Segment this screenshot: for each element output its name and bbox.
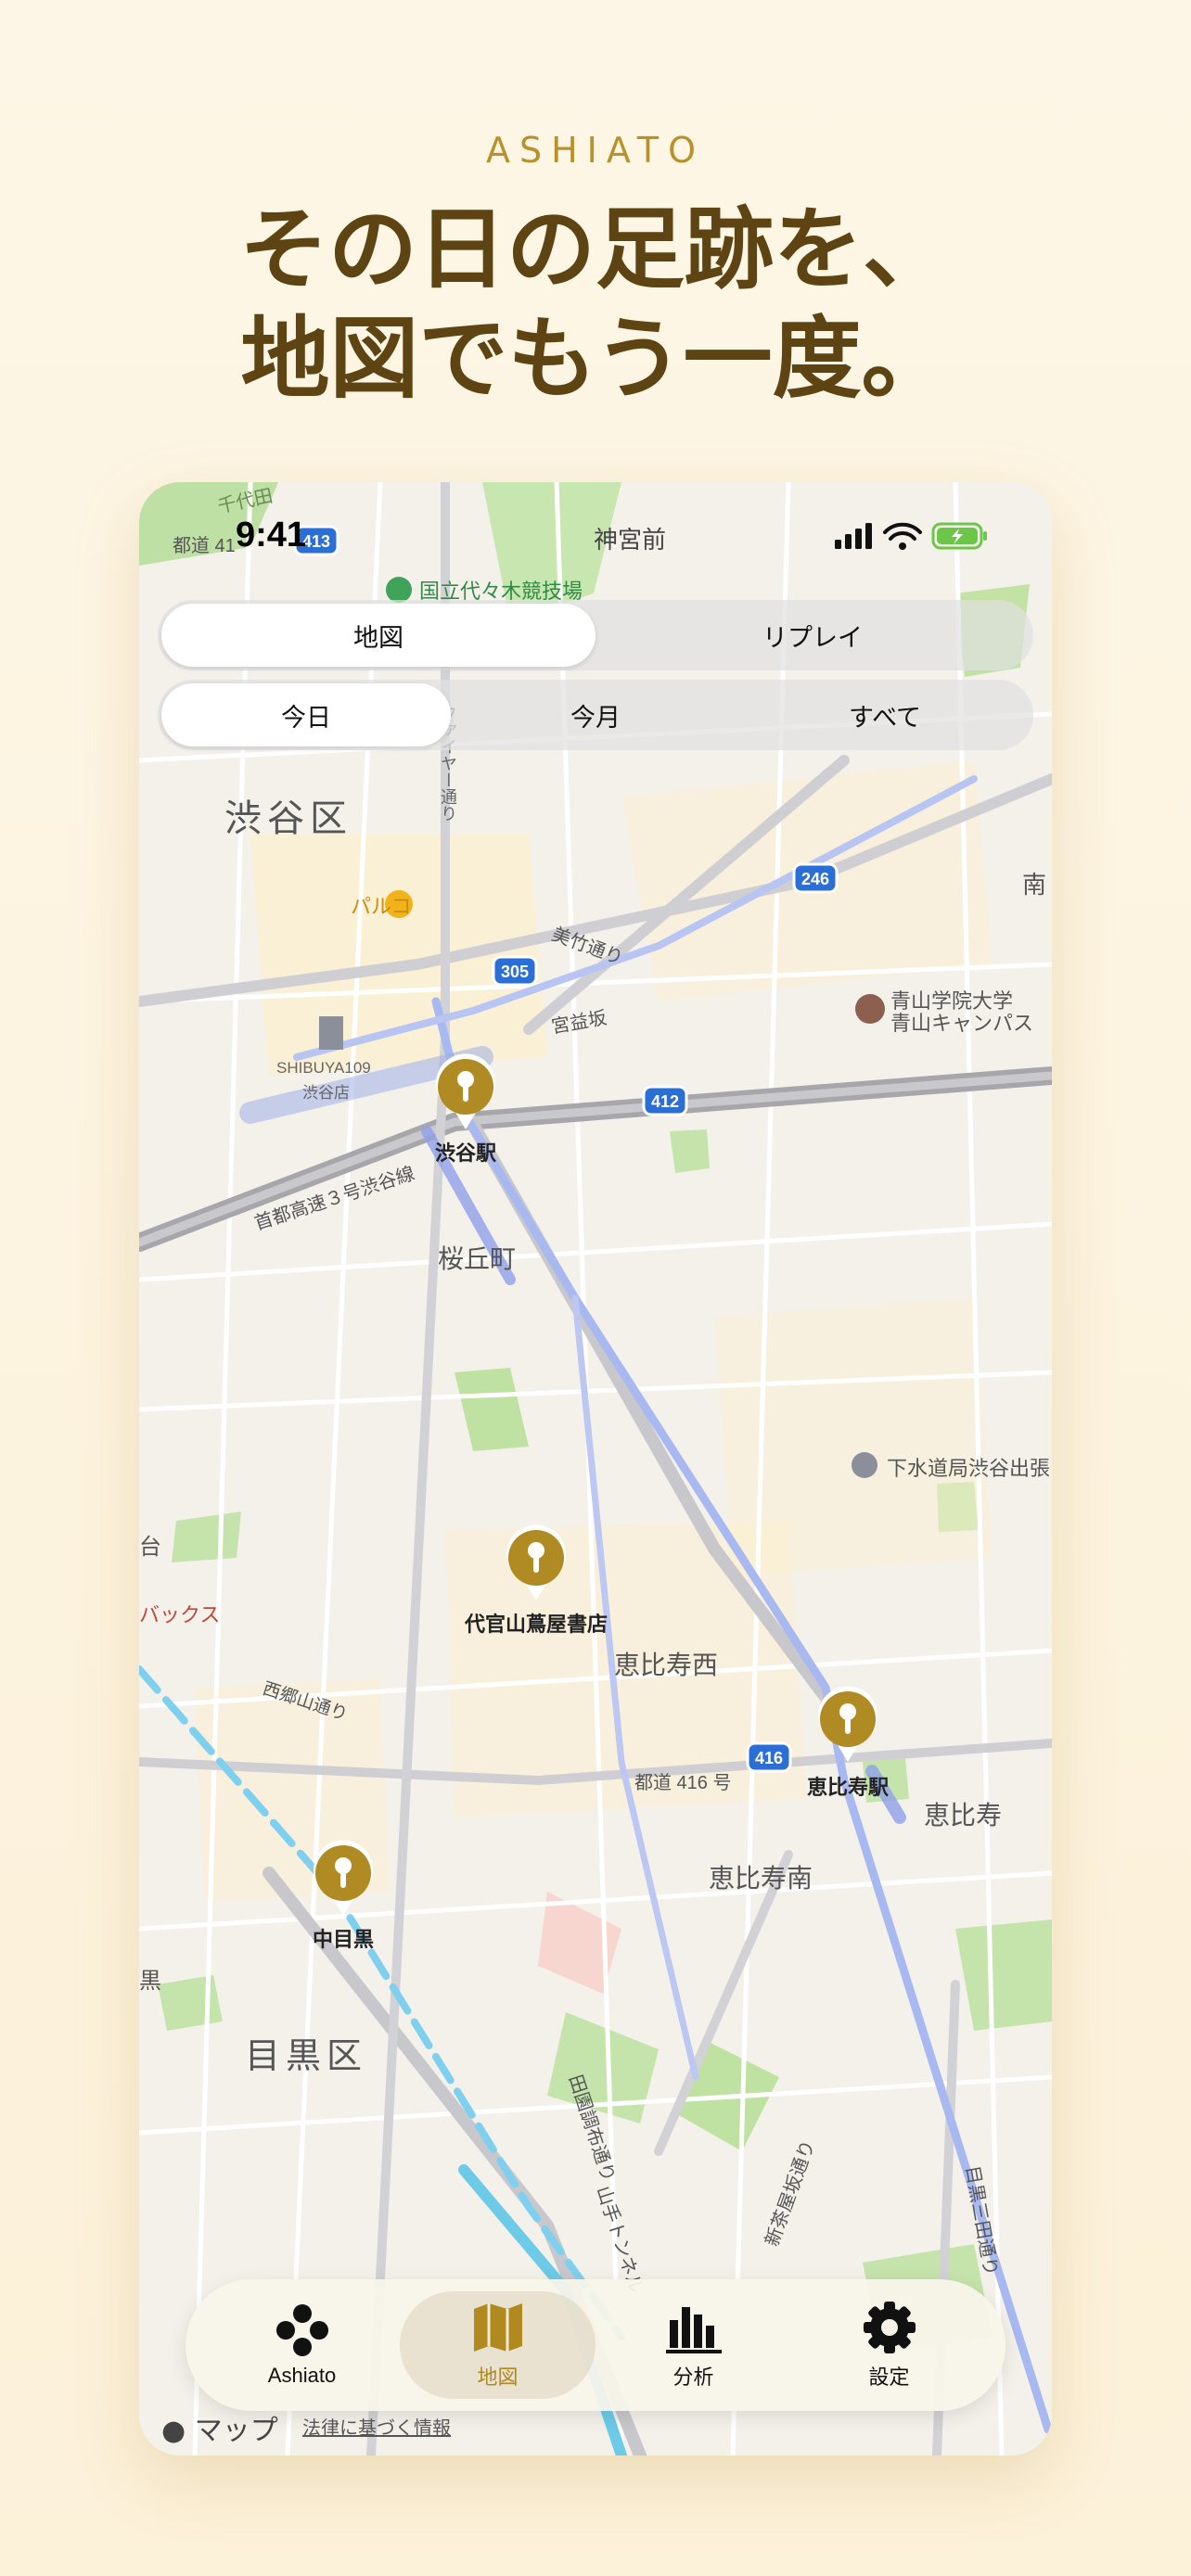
map-icon xyxy=(473,2303,522,2352)
map-label-shibuya-ward: 渋谷区 xyxy=(224,798,352,839)
map-label-shibuya109-sub: 渋谷店 xyxy=(302,1084,350,1102)
footprints-icon xyxy=(275,2304,328,2356)
pin-label-nakameguro: 中目黒 xyxy=(312,1928,374,1951)
tab-label-ashiato: Ashiato xyxy=(267,2364,337,2387)
stadium-icon xyxy=(386,577,412,603)
map-label-backs: バックス xyxy=(139,1603,221,1626)
tab-map[interactable]: 地図 xyxy=(400,2291,596,2399)
university-icon xyxy=(855,994,885,1024)
tab-ashiato[interactable]: Ashiato xyxy=(204,2291,400,2399)
battery-icon xyxy=(931,522,987,550)
map-label-shibuya109: SHIBUYA109 xyxy=(276,1059,371,1077)
segment-all[interactable]: すべて xyxy=(740,683,1030,746)
view-mode-segmented-control: 地図 リプレイ xyxy=(158,600,1033,670)
department-store-icon xyxy=(319,1016,343,1050)
route-shield-246: 246 xyxy=(801,870,829,888)
map-pin-shibuya-station[interactable] xyxy=(432,1053,499,1136)
pin-label-daikanyama: 代官山蔦屋書店 xyxy=(464,1613,608,1636)
pin-icon xyxy=(506,1524,566,1600)
gear-icon xyxy=(863,2302,916,2353)
map-label-ebisu-minami: 恵比寿南 xyxy=(709,1864,813,1893)
map-pin-daikanyama[interactable] xyxy=(503,1524,570,1607)
bar-chart-icon xyxy=(665,2307,722,2353)
headline-line-1: その日の足跡を、 xyxy=(239,198,952,301)
map-label-ebisu: 恵比寿 xyxy=(924,1801,1003,1830)
brand-name: ASHIATO xyxy=(485,130,706,171)
wifi-icon xyxy=(883,522,922,541)
tab-label-analysis: 分析 xyxy=(672,2366,714,2389)
pin-icon xyxy=(818,1686,877,1762)
tab-settings[interactable]: 設定 xyxy=(791,2291,987,2399)
map-label-parco: パルコ xyxy=(351,895,412,918)
map-label-dai: 台 xyxy=(139,1535,161,1560)
segment-today[interactable]: 今日 xyxy=(161,683,451,746)
tab-label-settings: 設定 xyxy=(868,2366,910,2389)
map-label-meguro-ward: 目黒区 xyxy=(245,2037,368,2076)
tab-label-map: 地図 xyxy=(477,2366,519,2389)
headline: その日の足跡を、 地図でもう一度。 xyxy=(0,195,1191,414)
segment-map[interactable]: 地図 xyxy=(161,604,596,667)
map-label-ebisu-nishi: 恵比寿西 xyxy=(614,1651,719,1679)
maps-attribution[interactable]: ● マップ xyxy=(161,2407,278,2448)
map-label-sewer-bureau: 下水道局渋谷出張 xyxy=(887,1457,1051,1480)
legal-link[interactable]: 法律に基づく情報 xyxy=(302,2413,451,2440)
route-shield-412: 412 xyxy=(651,1092,679,1111)
map-label-minami: 南 xyxy=(1022,871,1047,899)
map-label-route-416: 都道 416 号 xyxy=(634,1773,732,1793)
cellular-signal-icon xyxy=(835,523,872,549)
phone-screen: 413 305 246 412 416 神宮前 国立代々木競技場 渋谷区 パルコ… xyxy=(139,482,1052,2455)
period-segmented-control: 今日 今月 すべて xyxy=(158,680,1033,750)
map-label-kuro: 黒 xyxy=(139,1969,161,1994)
map-pin-nakameguro[interactable] xyxy=(310,1840,377,1922)
pin-icon xyxy=(436,1053,495,1129)
maps-attribution-label: マップ xyxy=(194,2415,278,2447)
pin-icon xyxy=(314,1840,373,1916)
status-icons xyxy=(835,519,992,556)
map-pin-ebisu-station[interactable] xyxy=(814,1686,881,1768)
pin-label-shibuya-station: 渋谷駅 xyxy=(434,1141,496,1165)
map-label-aoyama-campus: 青山キャンパス xyxy=(890,1012,1034,1035)
apple-logo-icon: ● xyxy=(161,2415,186,2447)
building-icon xyxy=(852,1452,877,1478)
status-time: 9:41 xyxy=(236,516,307,555)
headline-line-2: 地図でもう一度。 xyxy=(240,307,951,411)
segment-this-month[interactable]: 今月 xyxy=(451,683,740,746)
segment-replay[interactable]: リプレイ xyxy=(596,604,1030,667)
route-shield-305: 305 xyxy=(501,963,529,981)
route-shield-416: 416 xyxy=(755,1749,783,1767)
pin-label-ebisu-station: 恵比寿駅 xyxy=(806,1776,889,1799)
map-label-sakuragaoka: 桜丘町 xyxy=(438,1244,517,1273)
tab-analysis[interactable]: 分析 xyxy=(596,2291,791,2399)
tab-bar: Ashiato 地図 分析 設定 xyxy=(186,2279,1005,2411)
status-bar: 9:41 xyxy=(139,516,1052,562)
